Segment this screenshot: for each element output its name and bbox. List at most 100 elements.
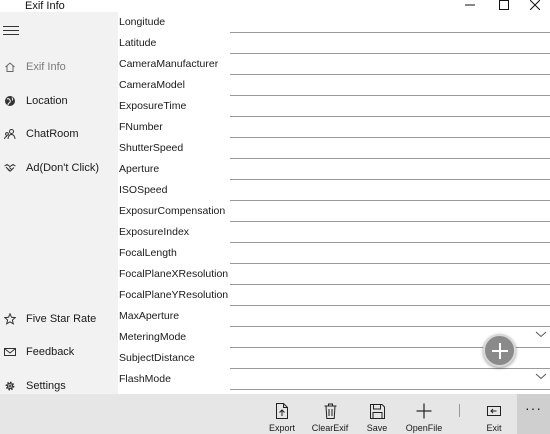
save-icon (369, 403, 385, 419)
field-shutter-speed: ShutterSpeed (118, 138, 550, 159)
camera-model-input[interactable] (230, 75, 550, 96)
chevron-down-icon (535, 373, 547, 380)
field-camera-model: CameraModel (118, 75, 550, 96)
field-camera-manufacturer: CameraManufacturer (118, 54, 550, 75)
sidebar: Exif Info Location ChatRoom Ad(Don't Cli… (0, 12, 118, 394)
flash-mode-dropdown[interactable] (230, 369, 550, 390)
sidebar-item-location[interactable]: Location (0, 87, 118, 115)
field-label: SubjectDistance (119, 352, 195, 364)
iso-speed-input[interactable] (230, 180, 550, 201)
field-label: MeteringMode (119, 331, 187, 343)
max-aperture-input[interactable] (230, 306, 550, 327)
sidebar-item-ad[interactable]: Ad(Don't Click) (0, 154, 118, 182)
plus-icon (416, 403, 432, 419)
field-exposure-index: ExposureIndex (118, 222, 550, 243)
camera-manufacturer-input[interactable] (230, 54, 550, 75)
sidebar-item-label: Location (26, 95, 68, 107)
field-label: FNumber (119, 121, 163, 133)
sidebar-item-label: Exif Info (26, 61, 66, 73)
clear-exif-button[interactable]: ClearExif (310, 394, 350, 434)
field-label: FocalPlaneXResolution (119, 268, 229, 280)
field-label: ISOSpeed (119, 184, 168, 196)
add-fab-button[interactable] (483, 334, 516, 367)
exposure-time-input[interactable] (230, 96, 550, 117)
shutter-speed-input[interactable] (230, 138, 550, 159)
latitude-input[interactable] (230, 33, 550, 54)
sidebar-item-label: Five Star Rate (26, 313, 97, 325)
chevron-down-icon (535, 331, 547, 338)
sidebar-item-exif-info[interactable]: Exif Info (0, 53, 118, 81)
aperture-input[interactable] (230, 159, 550, 180)
clear-exif-label: ClearExif (311, 423, 349, 433)
field-label: ExposureIndex (119, 226, 190, 238)
field-focal-length: FocalLength (118, 243, 550, 264)
field-fnumber: FNumber (118, 117, 550, 138)
export-label: Export (268, 423, 295, 433)
open-file-button[interactable]: OpenFile (404, 394, 444, 434)
sidebar-item-label: ChatRoom (26, 128, 79, 140)
exposure-index-input[interactable] (230, 222, 550, 243)
field-label: FlashMode (119, 373, 171, 385)
field-label: ExposureTime (119, 100, 187, 112)
export-button[interactable]: Export (264, 394, 300, 434)
more-button[interactable]: ··· (517, 394, 550, 434)
export-file-icon (275, 403, 289, 419)
open-file-label: OpenFile (405, 423, 443, 433)
field-label: Aperture (119, 163, 160, 175)
sidebar-item-chatroom[interactable]: ChatRoom (0, 120, 118, 148)
exif-form: Longitude Latitude CameraManufacturer Ca… (118, 12, 550, 394)
command-separator (459, 404, 460, 417)
more-icon: ··· (525, 400, 542, 416)
field-label: FocalLength (119, 247, 177, 259)
app-title: Exif Info (25, 0, 65, 12)
trash-icon (324, 403, 337, 419)
people-icon (4, 128, 16, 140)
globe-icon (4, 95, 16, 107)
hamburger-icon[interactable] (3, 26, 19, 40)
field-label: CameraModel (119, 79, 185, 91)
sidebar-item-five-star-rate[interactable]: Five Star Rate (0, 305, 118, 333)
minimize-icon (465, 4, 475, 6)
field-max-aperture: MaxAperture (118, 306, 550, 327)
plus-icon (491, 342, 508, 359)
close-button[interactable] (520, 0, 550, 12)
maximize-button[interactable] (489, 0, 519, 12)
fnumber-input[interactable] (230, 117, 550, 138)
field-label: Longitude (119, 16, 166, 28)
field-exposure-time: ExposureTime (118, 96, 550, 117)
exit-label: Exit (486, 423, 502, 433)
field-focal-plane-y-resolution: FocalPlaneYResolution (118, 285, 550, 306)
field-label: Latitude (119, 37, 157, 49)
home-icon (4, 61, 16, 73)
field-aperture: Aperture (118, 159, 550, 180)
field-flash-mode: FlashMode (118, 369, 550, 390)
close-icon (530, 0, 540, 10)
minimize-button[interactable] (455, 0, 485, 12)
sidebar-item-label: Feedback (26, 346, 75, 358)
mail-icon (4, 346, 16, 358)
title-bar: Exif Info (0, 0, 550, 12)
field-label: MaxAperture (119, 310, 180, 322)
gear-icon (4, 380, 16, 392)
exposure-compensation-input[interactable] (230, 201, 550, 222)
longitude-input[interactable] (230, 12, 550, 33)
maximize-icon (499, 0, 509, 10)
save-button[interactable]: Save (362, 394, 392, 434)
field-label: FocalPlaneYResolution (119, 289, 229, 301)
exit-button[interactable]: Exit (480, 394, 508, 434)
handshake-icon (4, 162, 16, 174)
field-focal-plane-x-resolution: FocalPlaneXResolution (118, 264, 550, 285)
sidebar-item-label: Ad(Don't Click) (26, 162, 100, 174)
focal-length-input[interactable] (230, 243, 550, 264)
star-icon (4, 313, 16, 325)
focal-plane-x-resolution-input[interactable] (230, 264, 550, 285)
sidebar-item-feedback[interactable]: Feedback (0, 338, 118, 366)
field-label: CameraManufacturer (119, 58, 219, 70)
command-bar: Export ClearExif Save OpenFile Exit ··· (0, 394, 550, 434)
field-label: ShutterSpeed (119, 142, 184, 154)
save-label: Save (366, 423, 388, 433)
sidebar-item-label: Settings (26, 380, 66, 392)
field-label: ExposurCompensation (119, 205, 226, 217)
focal-plane-y-resolution-input[interactable] (230, 285, 550, 306)
field-longitude: Longitude (118, 12, 550, 33)
